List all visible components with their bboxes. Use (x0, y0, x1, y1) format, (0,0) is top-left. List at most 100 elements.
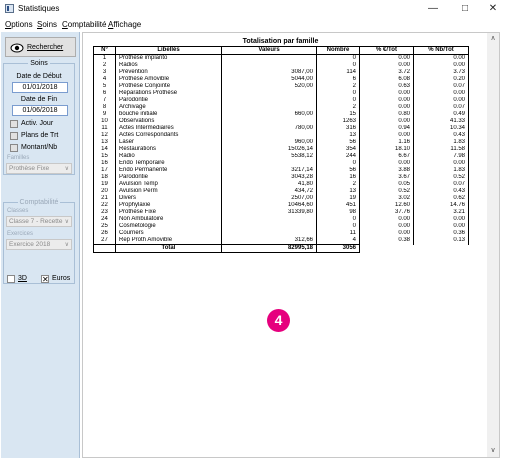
close-button[interactable]: ✕ (478, 2, 508, 16)
row-libelle: Courriers (115, 230, 222, 237)
row-pct-euro: 6.08 (359, 76, 414, 83)
row-valeur: 2507,00 (221, 195, 317, 202)
col-header-pct-euro: % €/Tot (359, 46, 414, 55)
total-count: 3056 (316, 244, 360, 253)
row-libelle: Actes Intermédiaires (115, 125, 222, 132)
row-pct-nb: 0.36 (413, 230, 469, 237)
table-row: 2 Radios 0 0.00 0.00 (93, 62, 469, 69)
activ-jour-label: Activ. Jour (21, 120, 54, 127)
row-nombre: 16 (316, 174, 360, 181)
row-pct-nb: 1.83 (413, 139, 469, 146)
date-fin-field[interactable]: 01/06/2018 (12, 105, 68, 116)
menu-soins[interactable]: Soins (37, 20, 57, 29)
row-pct-euro: 3.72 (359, 69, 414, 76)
row-libelle: bouche initiale (115, 111, 222, 118)
classe-value: Classe 7 - Recette (9, 218, 63, 225)
row-num: 26 (93, 230, 116, 237)
minimize-button[interactable]: — (418, 2, 448, 16)
row-libelle: Prothèse Conjointe (115, 83, 222, 90)
row-valeur: 15026,14 (221, 146, 317, 153)
menu-affichage[interactable]: Affichage (108, 20, 141, 29)
window-title: Statistiques (18, 4, 60, 13)
row-valeur (221, 104, 317, 111)
row-libelle: Restaurations (115, 146, 222, 153)
col-header-nombre: Nombre (316, 46, 360, 55)
row-num: 25 (93, 223, 116, 230)
row-pct-nb: 0.07 (413, 83, 469, 90)
row-libelle: Prothèse Amovible (115, 76, 222, 83)
app-icon (5, 4, 14, 13)
row-num: 16 (93, 160, 116, 167)
row-pct-nb: 0.62 (413, 195, 469, 202)
row-num: 23 (93, 209, 116, 216)
row-pct-nb: 3.73 (413, 69, 469, 76)
row-pct-euro: 0.00 (359, 90, 414, 97)
search-button[interactable]: Rechercher (5, 37, 76, 57)
row-num: 21 (93, 195, 116, 202)
famille-value: Prothèse Fixe (9, 165, 50, 172)
row-num: 27 (93, 237, 116, 245)
row-nombre: 354 (316, 146, 360, 153)
row-nombre: 451 (316, 202, 360, 209)
row-valeur: 3043,28 (221, 174, 317, 181)
row-pct-euro: 18.10 (359, 146, 414, 153)
menu-options[interactable]: Options (5, 20, 33, 29)
activ-jour-button[interactable] (10, 120, 18, 128)
row-libelle: Radio (115, 153, 222, 160)
menu-comptabilite[interactable]: Comptabilité (62, 20, 106, 29)
row-num: 13 (93, 139, 116, 146)
report-table: N° Libellés Valeurs Nombre % €/Tot % Nb/… (93, 46, 469, 253)
table-row: 4 Prothèse Amovible 5044,00 6 6.08 0.20 (93, 76, 469, 83)
row-pct-nb: 0.00 (413, 216, 469, 223)
checkbox-euros-label: Euros (52, 275, 71, 282)
row-nombre: 0 (316, 90, 360, 97)
exercice-value: Exercice 2018 (9, 241, 51, 248)
checkbox-3d[interactable] (7, 275, 15, 283)
sidebar: Rechercher Soins Date de Début 01/01/201… (1, 32, 80, 458)
row-num: 14 (93, 146, 116, 153)
table-row: 25 Cosmétologie 0 0.00 0.00 (93, 223, 469, 230)
soins-legend: Soins (28, 60, 50, 67)
row-valeur: 5538,12 (221, 153, 317, 160)
table-row: 10 Observations 1263 0.00 41.33 (93, 118, 469, 125)
row-pct-nb: 10.34 (413, 125, 469, 132)
montant-nb-button[interactable] (10, 144, 18, 152)
scroll-up-icon[interactable]: ∧ (487, 33, 499, 45)
row-libelle: Actes Correspondants (115, 132, 222, 139)
row-nombre: 244 (316, 153, 360, 160)
menu-bar: Options Soins Comptabilité Affichage (0, 18, 509, 31)
row-libelle: Parodontie (115, 174, 222, 181)
exercice-select[interactable]: Exercice 2018 ∨ (6, 239, 72, 250)
plans-trt-button[interactable] (10, 132, 18, 140)
table-row: 6 Réparations Prothèse 0 0.00 0.00 (93, 90, 469, 97)
checkbox-euros[interactable]: ✕ (41, 275, 49, 284)
row-pct-euro: 0.63 (359, 83, 414, 90)
scroll-down-icon[interactable]: ∨ (487, 445, 499, 457)
row-nombre: 13 (316, 132, 360, 139)
date-fin-label: Date de Fin (20, 96, 58, 103)
date-debut-field[interactable]: 01/01/2018 (12, 82, 68, 93)
report-body: 1 Prothèse implanto 0 0.00 0.00 2 Radios 0 0.00 0… (93, 54, 469, 245)
row-num: 18 (93, 174, 116, 181)
row-pct-euro: 6.67 (359, 153, 414, 160)
report-panel: Totalisation par famille N° Libellés Val… (82, 32, 500, 458)
total-label: Total (115, 244, 222, 253)
row-pct-nb: 14.76 (413, 202, 469, 209)
vertical-scrollbar[interactable]: ∧ ∨ (487, 33, 499, 457)
row-pct-euro: 0.05 (359, 181, 414, 188)
famille-select[interactable]: Prothèse Fixe ∨ (6, 163, 72, 174)
maximize-button[interactable]: □ (450, 2, 480, 16)
row-nombre: 15 (316, 111, 360, 118)
table-row: 9 bouche initiale 660,00 15 0.80 0.49 (93, 111, 469, 118)
row-pct-nb: 0.00 (413, 62, 469, 69)
row-nombre: 0 (316, 97, 360, 104)
classe-select[interactable]: Classe 7 - Recette ∨ (6, 216, 72, 227)
row-valeur (221, 230, 317, 237)
table-row: 8 Archivage 2 0.00 0.07 (93, 104, 469, 111)
row-libelle: Endo Permanente (115, 167, 222, 174)
row-libelle: Avulsion Perm (115, 188, 222, 195)
row-valeur: 312,66 (221, 237, 317, 245)
row-pct-euro: 0.00 (359, 104, 414, 111)
row-libelle: Non Ambulatoire (115, 216, 222, 223)
row-pct-euro: 0.00 (359, 54, 414, 62)
